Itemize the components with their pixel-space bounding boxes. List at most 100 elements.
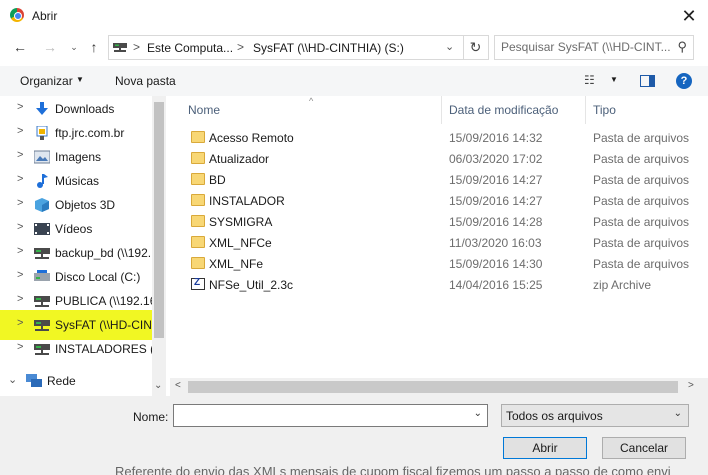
new-folder-button[interactable]: Nova pasta: [115, 74, 176, 88]
column-header-date[interactable]: Data de modificação: [449, 103, 558, 117]
sidebar-item[interactable]: > Vídeos: [0, 217, 152, 241]
file-name: SYSMIGRA: [209, 215, 273, 229]
file-date: 15/09/2016 14:27: [449, 194, 543, 208]
expand-chevron-right-icon[interactable]: >: [17, 293, 23, 305]
sidebar-item[interactable]: > Disco Local (C:): [0, 265, 152, 289]
up-arrow-icon[interactable]: ↑: [84, 37, 104, 57]
music-icon: [34, 174, 50, 188]
expand-chevron-right-icon[interactable]: >: [17, 245, 23, 257]
scroll-left-icon[interactable]: <: [175, 380, 181, 391]
file-name-dropdown-icon[interactable]: ⌄: [474, 408, 482, 419]
expand-chevron-right-icon[interactable]: >: [17, 341, 23, 353]
folder-icon: [191, 257, 205, 269]
sidebar-item[interactable]: > backup_bd (\\192.: [0, 241, 152, 265]
column-header-type[interactable]: Tipo: [593, 103, 616, 117]
file-row[interactable]: BD 15/09/2016 14:27 Pasta de arquivos: [184, 170, 704, 191]
help-icon[interactable]: ?: [676, 73, 692, 89]
open-button[interactable]: Abrir: [503, 437, 587, 459]
file-date: 15/09/2016 14:28: [449, 215, 543, 229]
search-box[interactable]: ⚲: [494, 35, 694, 60]
file-type: zip Archive: [593, 278, 652, 292]
file-name-input[interactable]: ⌄: [173, 404, 488, 427]
file-name: XML_NFe: [209, 257, 264, 271]
expand-chevron-right-icon[interactable]: >: [17, 125, 23, 137]
folder-icon: [191, 173, 205, 185]
title-bar: Abrir ✕: [0, 0, 708, 32]
file-type: Pasta de arquivos: [593, 257, 690, 271]
file-name: BD: [209, 173, 226, 187]
breadcrumb-sysfat-drive[interactable]: SysFAT (\\HD-CINTHIA) (S:): [253, 41, 404, 55]
expand-chevron-down-icon[interactable]: ⌄: [8, 373, 17, 386]
file-row[interactable]: XML_NFe 15/09/2016 14:30 Pasta de arquivos: [184, 254, 704, 275]
sidebar-item-label: PUBLICA (\\192.16: [55, 294, 152, 308]
sidebar-item-label: INSTALADORES (\\: [55, 342, 152, 356]
column-divider[interactable]: [585, 96, 586, 124]
expand-chevron-right-icon[interactable]: >: [17, 269, 23, 281]
column-divider[interactable]: [441, 96, 442, 124]
file-row[interactable]: XML_NFCe 11/03/2020 16:03 Pasta de arquivo…: [184, 233, 704, 254]
expand-chevron-right-icon[interactable]: >: [17, 101, 23, 113]
sidebar-item-label: Disco Local (C:): [55, 270, 141, 284]
preview-pane-icon[interactable]: [640, 75, 655, 87]
file-row[interactable]: INSTALADOR 15/09/2016 14:27 Pasta de arqui…: [184, 191, 704, 212]
chrome-app-icon: [10, 8, 24, 22]
organize-dropdown-icon[interactable]: ▼: [76, 75, 84, 84]
network-drive-icon: [34, 342, 50, 356]
back-arrow-icon[interactable]: ←: [10, 37, 30, 57]
file-type-dropdown-icon[interactable]: ⌄: [674, 408, 682, 419]
breadcrumb-this-pc[interactable]: Este Computa...: [147, 41, 233, 55]
file-type-select[interactable]: Todos os arquivos ⌄: [501, 404, 689, 427]
scroll-right-icon[interactable]: >: [688, 380, 694, 391]
network-drive-icon: [34, 318, 50, 332]
3d-objects-icon: [34, 198, 50, 212]
expand-chevron-right-icon[interactable]: >: [17, 197, 23, 209]
column-header-name[interactable]: Nome: [188, 103, 220, 117]
file-row[interactable]: SYSMIGRA 15/09/2016 14:28 Pasta de arquivo…: [184, 212, 704, 233]
expand-chevron-right-icon[interactable]: >: [17, 317, 23, 329]
sidebar-item[interactable]: > INSTALADORES (\\: [0, 337, 152, 361]
horizontal-scroll-thumb[interactable]: [188, 381, 678, 393]
file-type: Pasta de arquivos: [593, 173, 690, 187]
cancel-button[interactable]: Cancelar: [602, 437, 686, 459]
sidebar-item[interactable]: > ftp.jrc.com.br: [0, 121, 152, 145]
sidebar-scroll-thumb[interactable]: [154, 102, 164, 338]
file-date: 11/03/2020 16:03: [449, 236, 542, 250]
expand-chevron-right-icon[interactable]: >: [17, 173, 23, 185]
recent-locations-chevron-icon[interactable]: ⌄: [64, 37, 84, 57]
sidebar-item-label: ftp.jrc.com.br: [55, 126, 125, 140]
file-date: 15/09/2016 14:27: [449, 173, 543, 187]
file-name: INSTALADOR: [209, 194, 285, 208]
file-row[interactable]: NFSe_Util_2.3c 14/04/2016 15:25 zip Archiv…: [184, 275, 704, 296]
address-dropdown-icon[interactable]: ⌄: [445, 40, 454, 53]
file-type: Pasta de arquivos: [593, 236, 690, 250]
refresh-icon[interactable]: ↻: [463, 35, 489, 60]
search-icon[interactable]: ⚲: [677, 39, 687, 55]
view-dropdown-icon[interactable]: ▼: [610, 75, 618, 84]
sidebar-item[interactable]: ⌄ Rede: [0, 369, 152, 393]
file-date: 15/09/2016 14:30: [449, 257, 543, 271]
horizontal-scrollbar[interactable]: < >: [170, 378, 708, 396]
forward-arrow-icon[interactable]: →: [40, 37, 60, 57]
sidebar-item[interactable]: > Objetos 3D: [0, 193, 152, 217]
network-location-icon: [34, 125, 50, 140]
view-options-icon[interactable]: ☷: [584, 73, 595, 87]
expand-chevron-right-icon[interactable]: >: [17, 149, 23, 161]
file-name-label: Nome:: [133, 410, 169, 424]
network-drive-icon: [113, 43, 127, 52]
search-input[interactable]: [501, 40, 671, 54]
address-bar[interactable]: > Este Computa... > SysFAT (\\HD-CINTHIA…: [108, 35, 464, 60]
background-document-text: Referente do envio das XMLs mensais de c…: [115, 464, 671, 475]
file-row[interactable]: Atualizador 06/03/2020 17:02 Pasta de arqu…: [184, 149, 704, 170]
command-toolbar: Organizar ▼ Nova pasta ☷ ▼: [0, 66, 708, 96]
sidebar-item[interactable]: > SysFAT (\\HD-CIN: [0, 310, 152, 340]
close-button[interactable]: ✕: [672, 2, 706, 30]
sidebar-item[interactable]: > Downloads: [0, 97, 152, 121]
videos-icon: [34, 222, 50, 236]
file-row[interactable]: Acesso Remoto 15/09/2016 14:32 Pasta de ar…: [184, 128, 704, 149]
organize-button[interactable]: Organizar: [20, 74, 73, 88]
sidebar-item[interactable]: > Imagens: [0, 145, 152, 169]
sidebar-item-label: Objetos 3D: [55, 198, 116, 212]
sidebar-item[interactable]: > Músicas: [0, 169, 152, 193]
expand-chevron-right-icon[interactable]: >: [17, 221, 23, 233]
sidebar-scroll-down-icon[interactable]: ⌄: [154, 380, 162, 391]
